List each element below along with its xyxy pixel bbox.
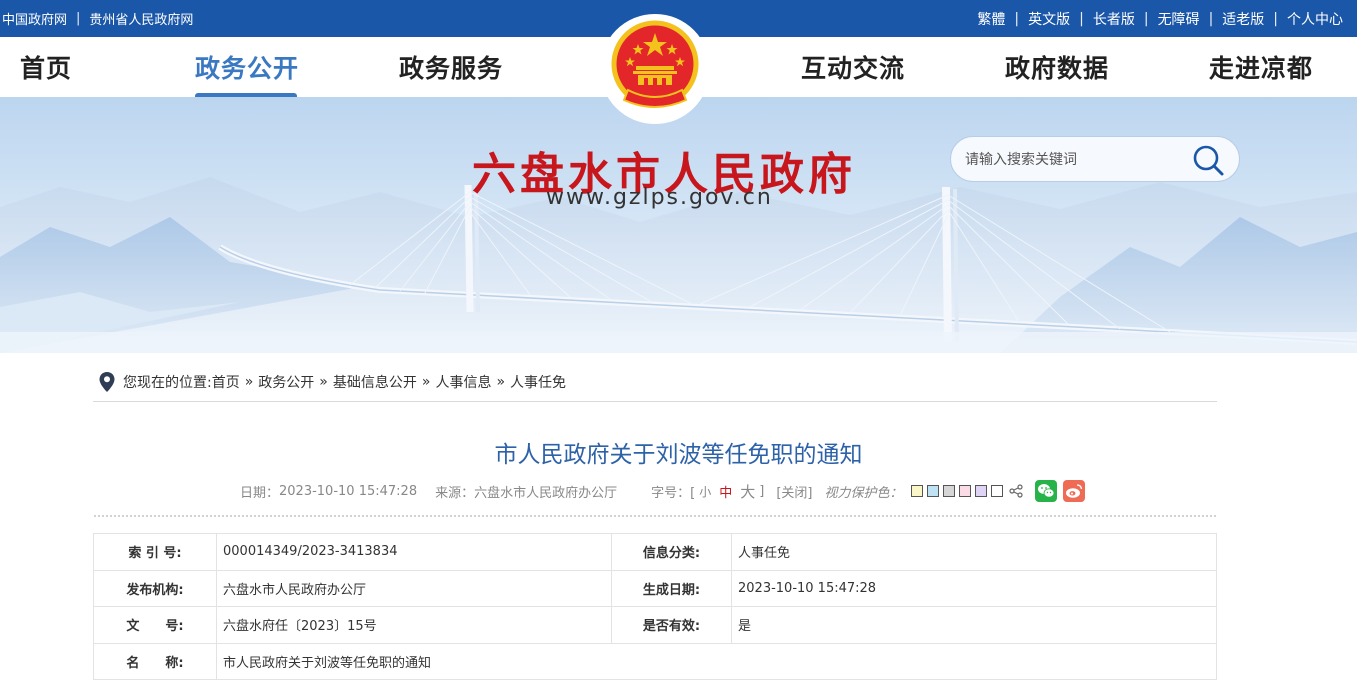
link-aged-friendly[interactable]: 适老版: [1222, 9, 1264, 29]
weibo-share-button[interactable]: [1062, 480, 1085, 502]
dotted-divider: [93, 514, 1217, 518]
nav-interaction[interactable]: 互动交流: [801, 37, 905, 97]
breadcrumb-basic-info[interactable]: 基础信息公开: [333, 372, 417, 392]
national-emblem-badge: [600, 14, 710, 124]
swatch-blue[interactable]: [926, 485, 939, 497]
wechat-share-button[interactable]: [1034, 480, 1057, 502]
search-button[interactable]: [1191, 143, 1225, 177]
breadcrumb-appointments[interactable]: 人事任免: [510, 372, 566, 392]
location-pin-icon: [99, 372, 115, 392]
close-page-button[interactable]: [关闭]: [776, 482, 812, 501]
swatch-purple[interactable]: [974, 485, 987, 497]
share-icon[interactable]: [1008, 484, 1023, 498]
article-meta: 日期： 2023-10-10 15:47:28 来源： 六盘水市人民政府办公厅 …: [240, 480, 1085, 502]
validity-value: 是: [731, 606, 1217, 644]
breadcrumb-separator: »: [319, 374, 328, 390]
breadcrumb-separator: »: [421, 374, 431, 390]
breadcrumb-prefix: 您现在的位置:: [123, 375, 212, 391]
table-row: 发布机构: 六盘水市人民政府办公厅 生成日期: 2023-10-10 15:47…: [93, 569, 1217, 607]
search-box: [950, 136, 1240, 182]
source-value: 六盘水市人民政府办公厅: [474, 485, 618, 501]
nav-gov-data[interactable]: 政府数据: [1005, 37, 1109, 97]
font-size-large-button[interactable]: 大: [740, 481, 755, 502]
link-english[interactable]: 英文版: [1028, 9, 1070, 29]
swatch-pink[interactable]: [958, 485, 971, 497]
document-info-table: 索 引 号: 000014349/2023-3413834 信息分类: 人事任免…: [93, 533, 1217, 680]
nav-about-city[interactable]: 走进凉都: [1209, 37, 1313, 97]
validity-label: 是否有效:: [611, 606, 732, 644]
wechat-icon: [1037, 484, 1054, 498]
separator: |: [1143, 10, 1149, 27]
font-size-label: 字号：[: [651, 485, 696, 501]
category-value: 人事任免: [731, 533, 1217, 571]
vision-protection-label: 视力保护色：: [824, 485, 903, 501]
link-guizhou-gov[interactable]: 贵州省人民政府网: [89, 9, 193, 28]
generated-date-value: 2023-10-10 15:47:28: [731, 569, 1217, 607]
table-row: 名 称: 市人民政府关于刘波等任免职的通知: [93, 642, 1217, 680]
separator: |: [1273, 10, 1278, 27]
document-name-value: 市人民政府关于刘波等任免职的通知: [216, 642, 1217, 680]
link-elder[interactable]: 长者版: [1093, 9, 1135, 29]
publisher-label: 发布机构:: [93, 569, 217, 607]
publisher-value: 六盘水市人民政府办公厅: [216, 569, 612, 607]
table-row: 文 号: 六盘水府任〔2023〕15号 是否有效: 是: [93, 606, 1217, 644]
breadcrumb: 您现在的位置: 首页 » 政务公开 » 基础信息公开 » 人事信息 » 人事任免: [93, 363, 1217, 402]
search-input[interactable]: [965, 147, 1185, 173]
publish-date: 2023-10-10 15:47:28: [279, 483, 418, 499]
date-label: 日期：: [240, 485, 280, 501]
nav-gov-services[interactable]: 政务服务: [399, 37, 503, 97]
breadcrumb-separator: »: [496, 374, 506, 390]
breadcrumb-gov-affairs-open[interactable]: 政务公开: [258, 372, 314, 392]
font-size-medium-button[interactable]: 中: [719, 482, 732, 501]
link-traditional[interactable]: 繁體: [977, 9, 1005, 29]
generated-date-label: 生成日期:: [611, 569, 732, 607]
source-label: 来源：: [435, 485, 475, 501]
font-size-small-button[interactable]: 小: [699, 483, 711, 500]
document-number-value: 六盘水府任〔2023〕15号: [216, 606, 612, 644]
separator: |: [1079, 10, 1084, 27]
category-label: 信息分类:: [611, 533, 732, 571]
swatch-yellow[interactable]: [910, 485, 923, 497]
article-title: 市人民政府关于刘波等任免职的通知: [494, 442, 863, 468]
table-row: 索 引 号: 000014349/2023-3413834 信息分类: 人事任免: [93, 533, 1217, 571]
site-url: www.gzlps.gov.cn: [546, 185, 773, 210]
font-size-bracket: ]: [759, 483, 765, 499]
link-gov-cn[interactable]: 中国政府网: [2, 9, 67, 28]
link-personal-center[interactable]: 个人中心: [1287, 9, 1343, 29]
separator: |: [1208, 10, 1214, 27]
nav-gov-affairs-open[interactable]: 政务公开: [195, 37, 299, 97]
link-accessibility[interactable]: 无障碍: [1158, 9, 1200, 29]
document-name-label: 名 称:: [93, 642, 217, 680]
weibo-icon: [1065, 484, 1082, 498]
search-icon: [1193, 145, 1224, 176]
top-left-links: 中国政府网 | 贵州省人民政府网: [2, 0, 193, 37]
breadcrumb-home[interactable]: 首页: [212, 372, 240, 392]
swatch-gray[interactable]: [942, 485, 955, 497]
top-right-links: 繁體 | 英文版 | 长者版 | 无障碍 | 适老版 | 个人中心: [977, 0, 1343, 37]
national-emblem-icon: [611, 20, 699, 108]
index-number-label: 索 引 号:: [93, 533, 217, 571]
index-number-value: 000014349/2023-3413834: [216, 533, 612, 571]
breadcrumb-personnel-info[interactable]: 人事信息: [435, 372, 491, 392]
separator: |: [76, 11, 81, 26]
separator: |: [1014, 10, 1020, 27]
document-number-label: 文 号:: [93, 606, 217, 644]
breadcrumb-separator: »: [244, 374, 254, 390]
swatch-white[interactable]: [990, 485, 1003, 497]
nav-home[interactable]: 首页: [20, 37, 72, 97]
